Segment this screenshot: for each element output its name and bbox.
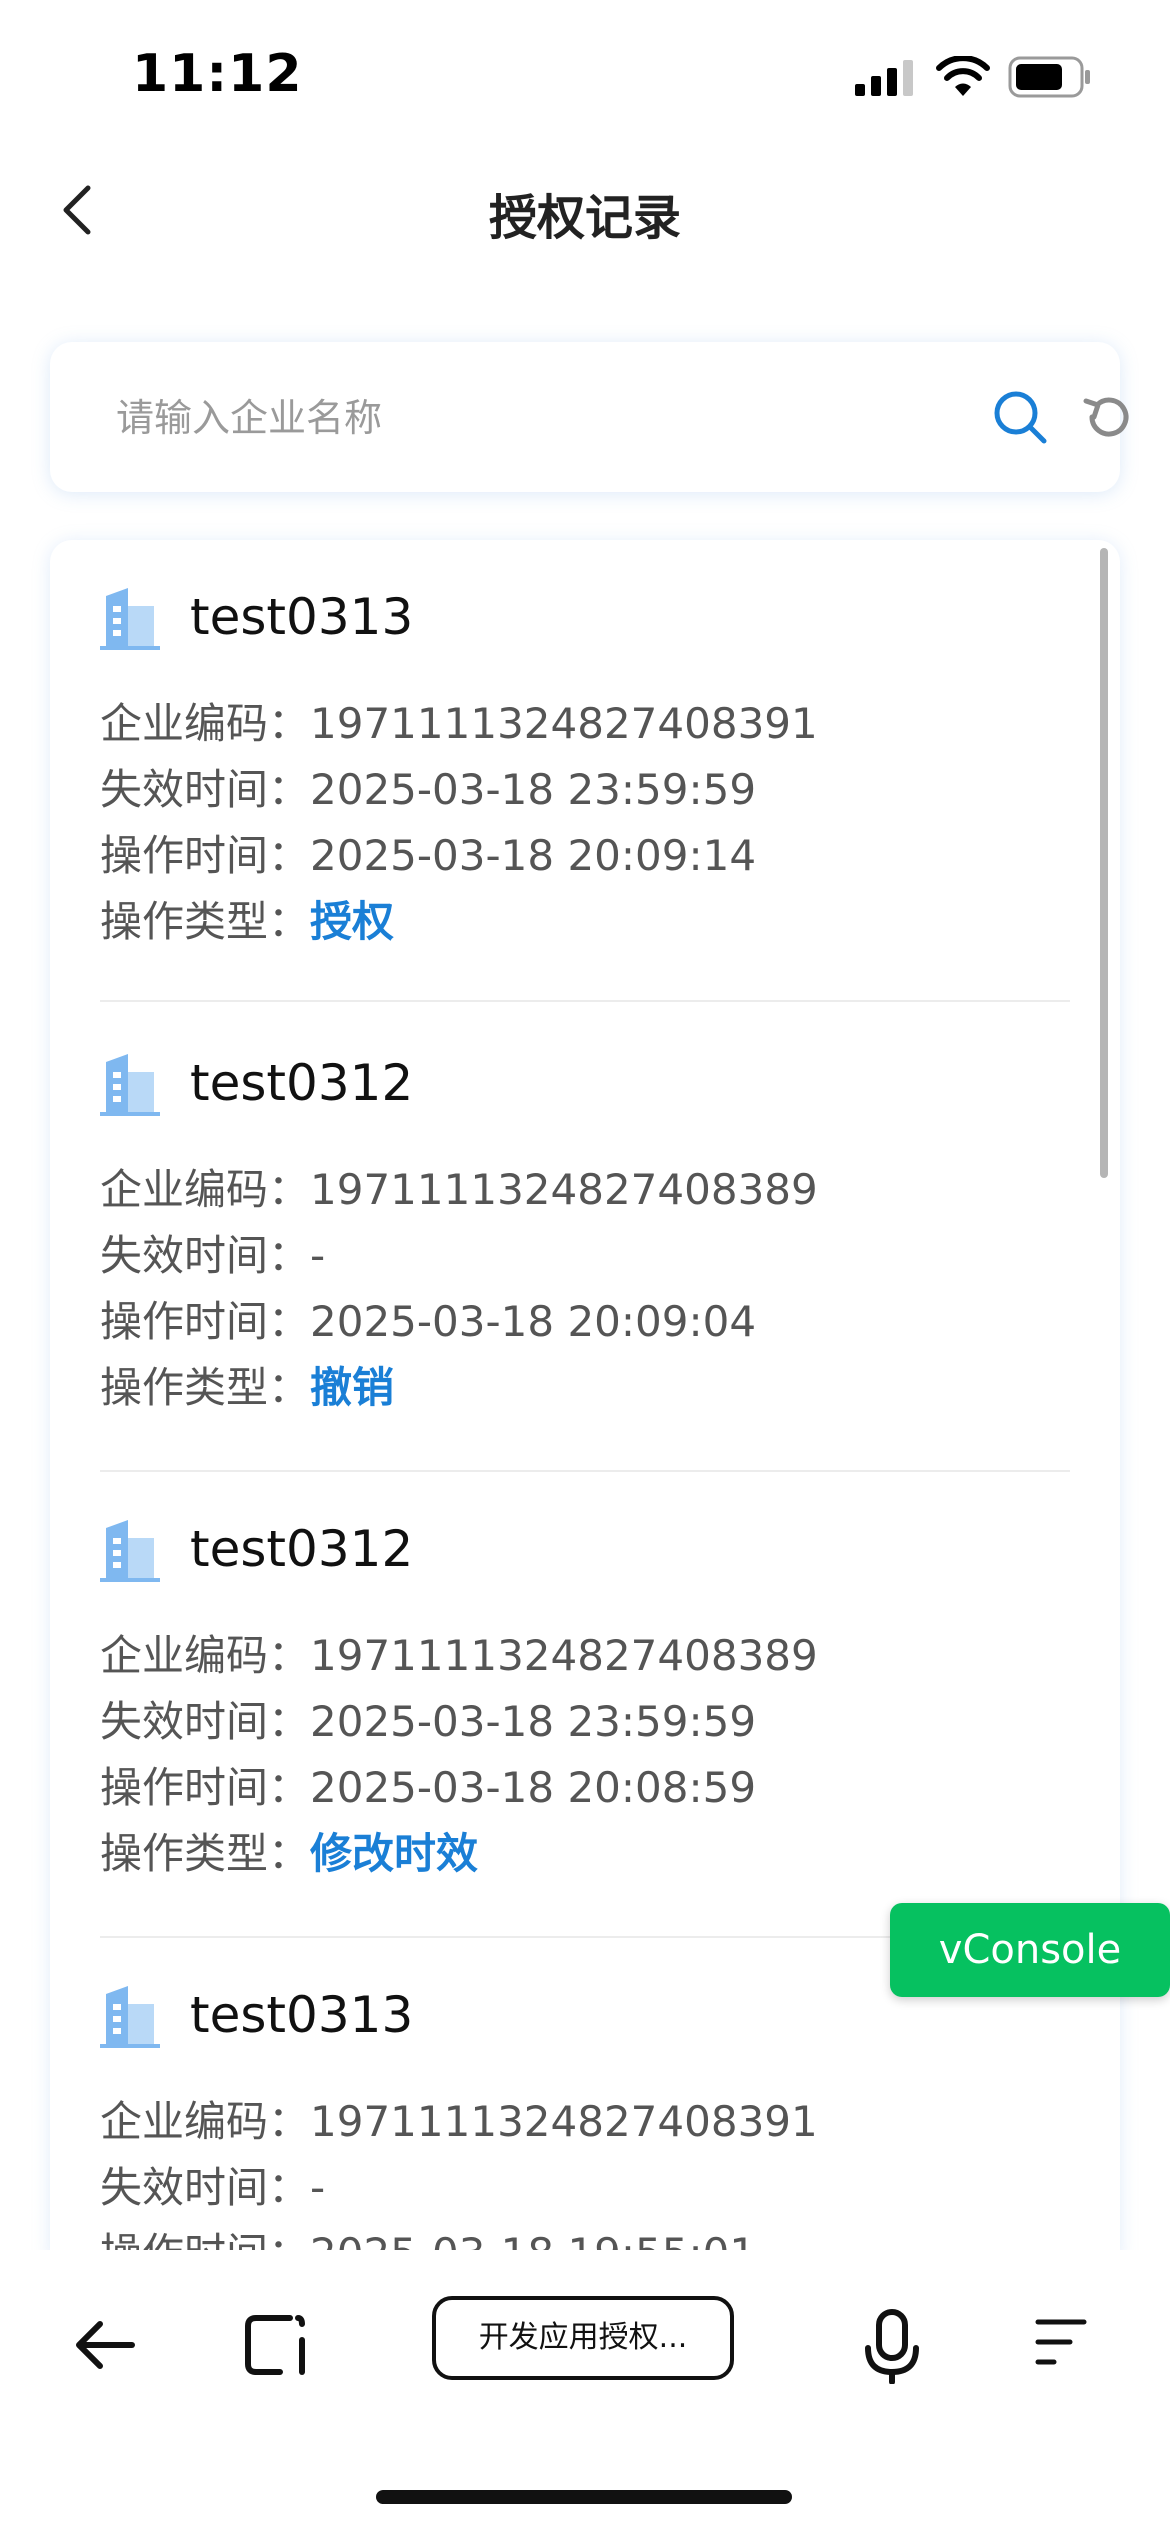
search-icon[interactable]: [990, 387, 1050, 447]
company-code-row: 企业编码：1971111324827408391: [100, 690, 818, 751]
divider: [100, 1000, 1070, 1002]
company-name: test0312: [190, 1520, 414, 1578]
company-code-row: 企业编码：1971111324827408391: [100, 2088, 818, 2149]
reset-icon[interactable]: [1078, 387, 1138, 447]
expire-time-label: 失效时间：: [100, 1231, 311, 1280]
expire-time-row: 失效时间：2025-03-18 23:59:59: [100, 1688, 756, 1749]
expire-time-value: 2025-03-18 23:59:59: [310, 1697, 757, 1746]
company-code-label: 企业编码：: [100, 699, 311, 748]
building-icon: [100, 588, 160, 650]
back-arrow-icon[interactable]: [70, 2310, 140, 2380]
company-code-value: 1971111324827408391: [310, 2097, 818, 2146]
operation-type-label: 操作类型：: [100, 897, 311, 946]
operation-time-value: 2025-03-18 20:09:04: [310, 1297, 757, 1346]
vconsole-button[interactable]: vConsole: [890, 1903, 1170, 1997]
nav-bar: 授权记录: [0, 160, 1170, 260]
operation-time-value: 2025-03-18 20:08:59: [310, 1763, 757, 1812]
record-list[interactable]: test0313 企业编码：1971111324827408391 失效时间：2…: [50, 540, 1120, 2260]
building-icon: [100, 1520, 160, 1582]
company-code-label: 企业编码：: [100, 1631, 311, 1680]
record-item[interactable]: test0313 企业编码：1971111324827408391 失效时间：2…: [100, 540, 1070, 1002]
operation-time-row: 操作时间：2025-03-18 20:09:04: [100, 1288, 756, 1349]
company-code-row: 企业编码：1971111324827408389: [100, 1156, 818, 1217]
home-indicator[interactable]: [376, 2490, 792, 2504]
expire-time-row: 失效时间：-: [100, 2154, 325, 2215]
operation-type-label: 操作类型：: [100, 1363, 311, 1412]
company-code-row: 企业编码：1971111324827408389: [100, 1622, 818, 1683]
expire-time-label: 失效时间：: [100, 765, 311, 814]
operation-time-row: 操作时间：2025-03-18 20:09:14: [100, 822, 756, 883]
status-bar: 11:12: [0, 0, 1170, 150]
operation-time-value: 2025-03-18 20:09:14: [310, 831, 757, 880]
wifi-icon: [936, 56, 990, 96]
page-title-pill[interactable]: 开发应用授权...: [432, 2296, 734, 2380]
operation-type-value: 授权: [310, 897, 395, 946]
operation-type-row: 操作类型：修改时效: [100, 1820, 478, 1881]
expire-time-row: 失效时间：-: [100, 1222, 325, 1283]
record-item[interactable]: test0312 企业编码：1971111324827408389 失效时间：2…: [100, 1472, 1070, 1938]
company-code-value: 1971111324827408389: [310, 1165, 818, 1214]
company-name: test0313: [190, 1986, 414, 2044]
expire-time-value: -: [310, 1231, 326, 1280]
operation-type-row: 操作类型：授权: [100, 888, 394, 949]
battery-icon: [1008, 56, 1090, 98]
operation-time-label: 操作时间：: [100, 1763, 311, 1812]
microphone-icon[interactable]: [862, 2308, 922, 2384]
search-box: [50, 342, 1129, 492]
operation-type-row: 操作类型：撤销: [100, 1354, 394, 1415]
signal-icon: [855, 60, 913, 96]
building-icon: [100, 1986, 160, 2048]
expire-time-label: 失效时间：: [100, 1697, 311, 1746]
company-name: test0312: [190, 1054, 414, 1112]
operation-time-label: 操作时间：: [100, 1297, 311, 1346]
company-name: test0313: [190, 588, 414, 646]
expire-time-value: 2025-03-18 23:59:59: [310, 765, 757, 814]
company-code-label: 企业编码：: [100, 1165, 311, 1214]
expire-time-label: 失效时间：: [100, 2163, 311, 2212]
status-time: 11:12: [132, 44, 303, 104]
building-icon: [100, 1054, 160, 1116]
operation-time-row: 操作时间：2025-03-18 20:08:59: [100, 1754, 756, 1815]
company-code-value: 1971111324827408391: [310, 699, 818, 748]
window-icon[interactable]: [240, 2310, 310, 2380]
operation-type-label: 操作类型：: [100, 1829, 311, 1878]
operation-type-value: 修改时效: [310, 1829, 479, 1878]
company-code-value: 1971111324827408389: [310, 1631, 818, 1680]
scrollbar[interactable]: [1100, 548, 1108, 1178]
operation-time-label: 操作时间：: [100, 831, 311, 880]
search-input[interactable]: [114, 382, 918, 454]
menu-icon[interactable]: [1030, 2312, 1090, 2372]
page-title: 授权记录: [488, 190, 681, 246]
operation-type-value: 撤销: [310, 1363, 395, 1412]
expire-time-value: -: [310, 2163, 326, 2212]
record-item[interactable]: test0312 企业编码：1971111324827408389 失效时间：-…: [100, 1006, 1070, 1472]
expire-time-row: 失效时间：2025-03-18 23:59:59: [100, 756, 756, 817]
company-code-label: 企业编码：: [100, 2097, 311, 2146]
